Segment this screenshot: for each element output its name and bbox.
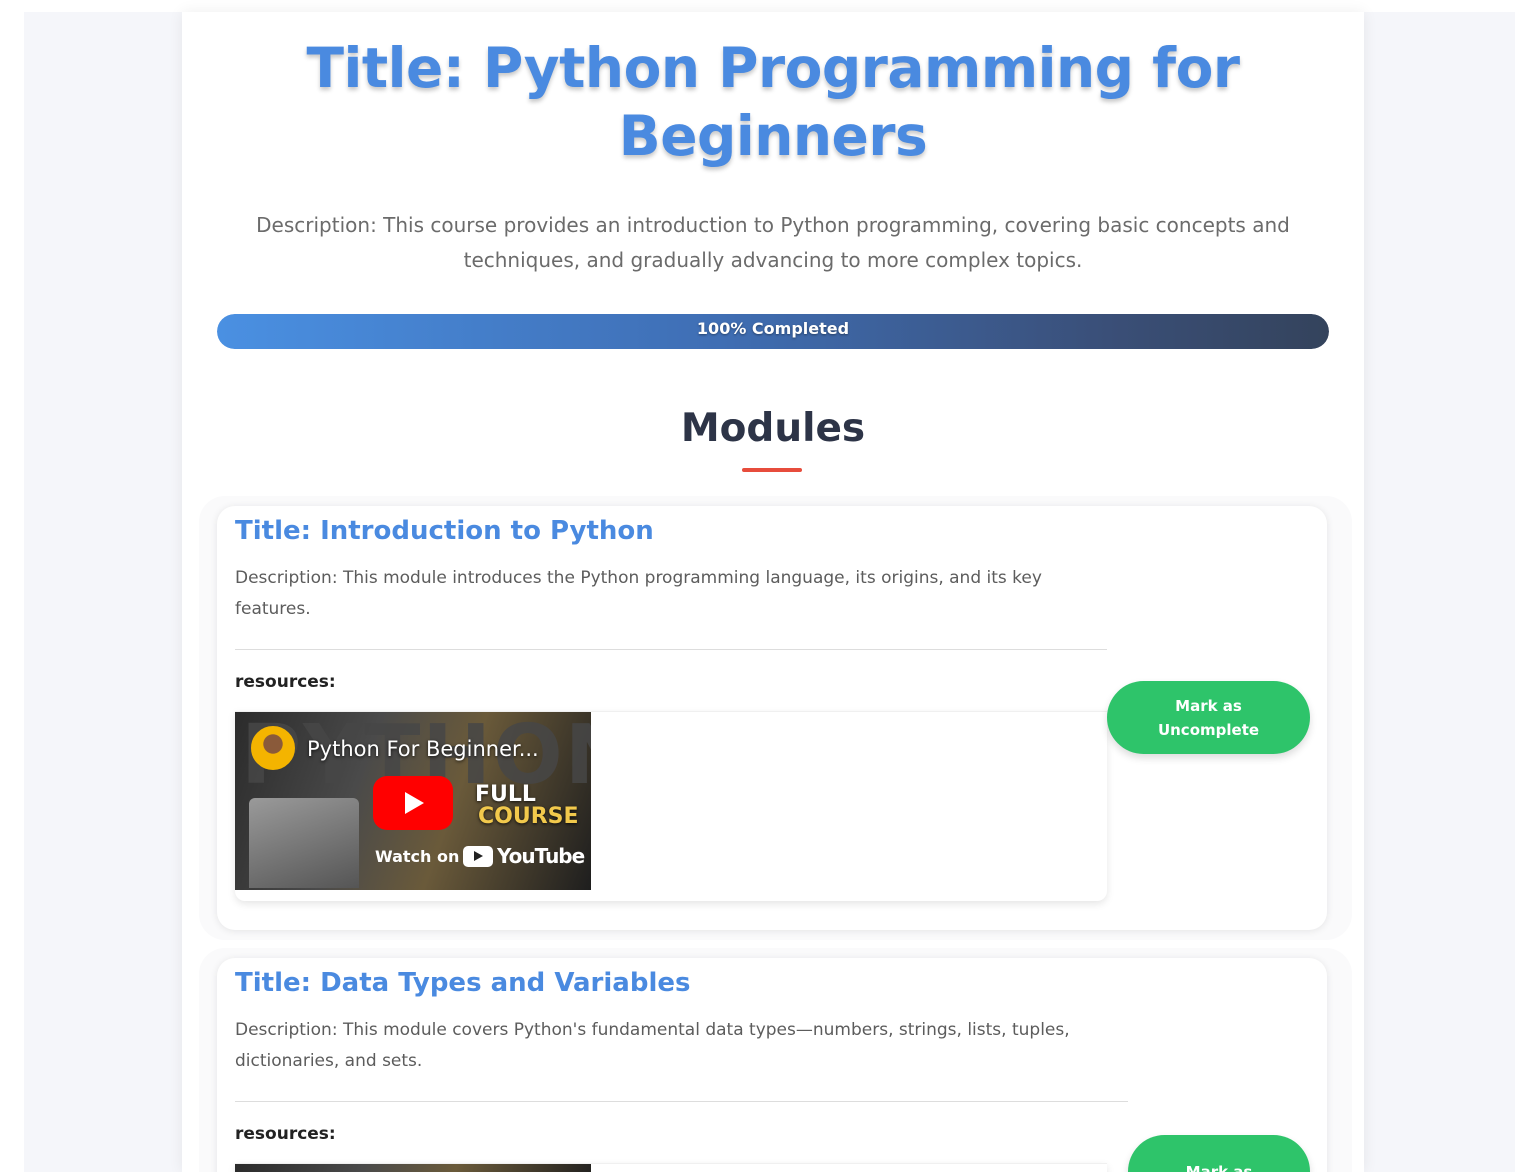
video-thumbnail-full-text: FULL [475, 782, 536, 807]
module-description: Description: This module introduces the … [235, 568, 1042, 619]
youtube-wordmark[interactable]: YouTube [497, 844, 585, 868]
mark-complete-button[interactable]: Mark as [1128, 1135, 1310, 1172]
modules-heading-underline [742, 468, 802, 472]
play-button[interactable] [373, 776, 453, 830]
resource-container [235, 1163, 1107, 1172]
play-icon [405, 792, 424, 814]
mark-uncomplete-button[interactable]: Mark as Uncomplete [1107, 681, 1310, 754]
course-progress-label: 100% Completed [696, 319, 850, 338]
course-description: Description: This course provides an int… [256, 213, 1290, 272]
module-divider [235, 1101, 1128, 1102]
module-card: Title: Data Types and Variables Descript… [217, 958, 1327, 1172]
module-card: Title: Introduction to Python Descriptio… [217, 506, 1327, 930]
youtube-video-embed[interactable] [235, 1164, 591, 1172]
module-title: Title: Data Types and Variables [235, 968, 691, 998]
channel-avatar[interactable] [251, 726, 295, 770]
module-description: Description: This module covers Python's… [235, 1020, 1070, 1071]
watch-on-label[interactable]: Watch on [375, 847, 459, 867]
resources-label: resources: [235, 1124, 336, 1144]
video-thumbnail-course-text: COURSE [478, 804, 579, 829]
video-title[interactable]: Python For Beginner... [307, 736, 539, 762]
course-title: Title: Python Programming for Beginners [306, 36, 1241, 168]
module-title: Title: Introduction to Python [235, 516, 654, 546]
module-item: Title: Data Types and Variables Descript… [199, 948, 1352, 1172]
course-detail-card: Title: Python Programming for Beginners … [182, 12, 1364, 1172]
module-divider [235, 649, 1107, 650]
laptop-image [249, 798, 359, 888]
youtube-logo-icon [463, 846, 493, 867]
course-progress-bar: 100% Completed [217, 314, 1329, 349]
modules-heading: Modules [680, 406, 866, 451]
youtube-video-embed[interactable]: PYTHON Python For Beginner... FULL COURS… [235, 712, 591, 890]
module-item: Title: Introduction to Python Descriptio… [199, 496, 1352, 940]
resource-container: PYTHON Python For Beginner... FULL COURS… [235, 711, 1107, 901]
resources-label: resources: [235, 672, 336, 692]
